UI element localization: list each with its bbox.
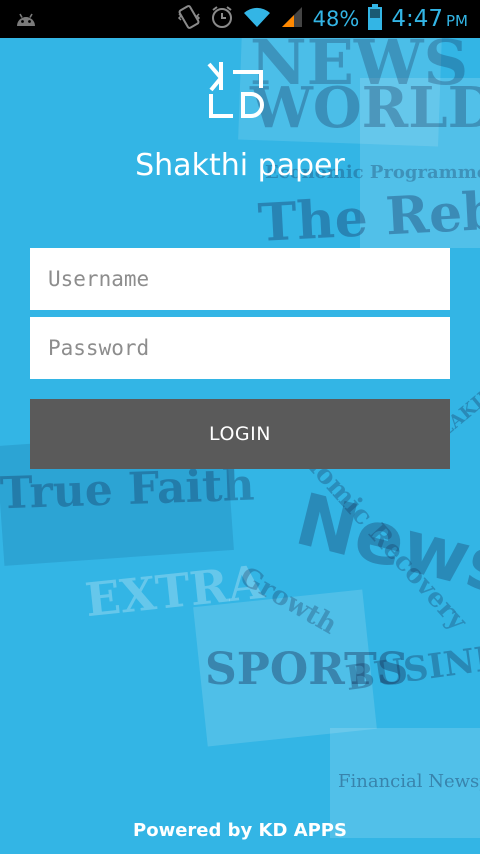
app-title: Shakthi paper <box>135 148 345 183</box>
android-icon <box>14 8 38 32</box>
username-input[interactable] <box>30 248 450 310</box>
headline-financial: Financial Newspa <box>338 771 480 792</box>
kd-logo <box>205 60 275 128</box>
vibrate-icon <box>177 4 201 34</box>
clock: 4:47 PM <box>391 6 468 32</box>
login-button[interactable]: LOGIN <box>30 399 450 469</box>
clock-ampm: PM <box>446 12 468 30</box>
alarm-icon <box>210 5 234 33</box>
password-input[interactable] <box>30 317 450 379</box>
headline-world: WORLD <box>250 75 480 141</box>
login-screen: 48% 4:47PM NEWS WORLD The Rebel So Econo… <box>0 0 480 854</box>
battery-icon <box>368 4 383 34</box>
wifi-icon <box>243 6 271 32</box>
signal-icon <box>280 5 304 33</box>
headline-rebel: The Rebel So <box>256 173 480 254</box>
kd-logo-icon <box>207 62 264 118</box>
battery-percent: 48% <box>312 7 360 31</box>
clock-time: 4:47 <box>391 6 443 32</box>
status-bar: 48% 4:47 PM <box>0 0 480 38</box>
headline-true-faith: True Faith <box>0 459 256 520</box>
powered-by-footer: Powered by KD APPS <box>133 820 347 841</box>
